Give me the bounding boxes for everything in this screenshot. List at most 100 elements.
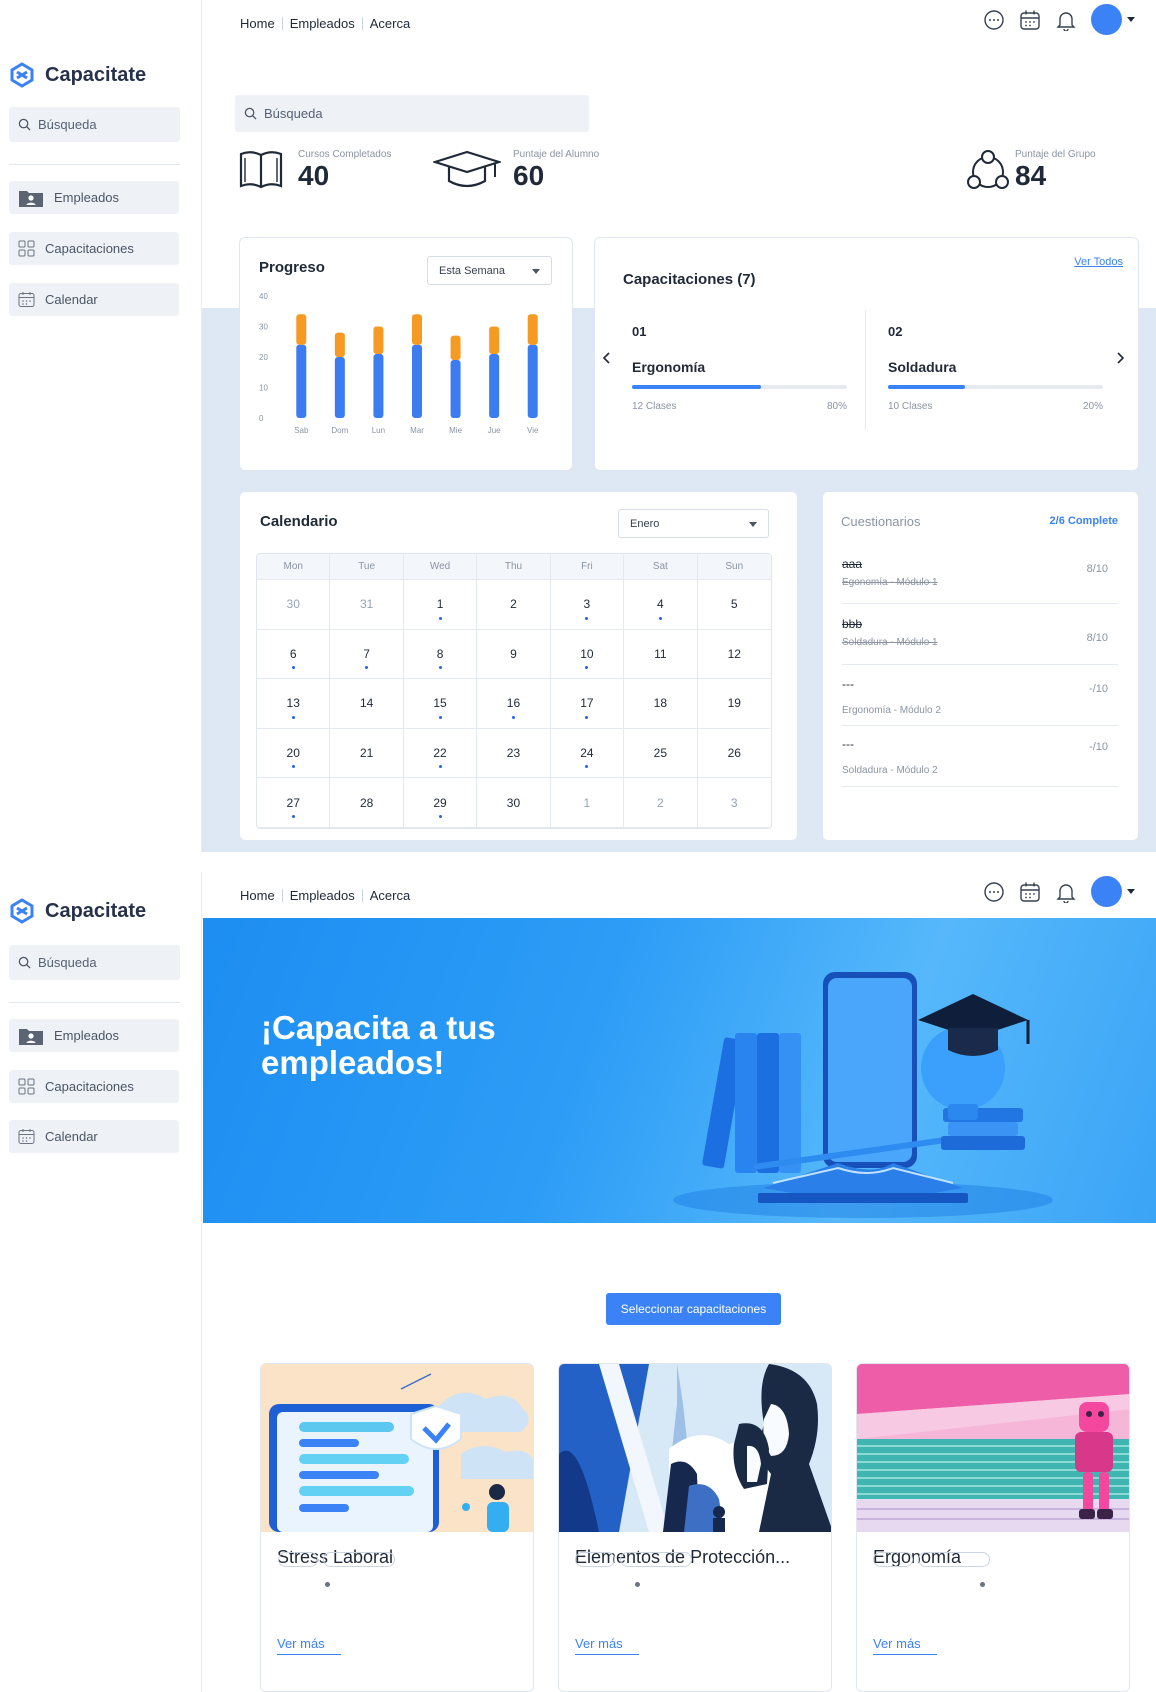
course-more-link[interactable]: Ver más (277, 1636, 341, 1655)
calendar-day[interactable]: 22 (403, 728, 478, 779)
calendar-week: 20 21 22 23 24 25 26 (257, 728, 771, 779)
bar-segment[interactable] (527, 344, 538, 418)
quiz-item[interactable]: bbb Soldadura - Módulo 1 8/10 (842, 617, 1118, 665)
calendar-day[interactable]: 30 (477, 778, 551, 828)
nav-empleados-link[interactable]: Empleados (290, 16, 355, 31)
calendar-day[interactable]: 1 (550, 778, 625, 828)
calendar-day[interactable]: 30 (257, 580, 331, 630)
calendar-day[interactable]: 4 (624, 580, 698, 630)
calendar-day[interactable]: 17 (550, 679, 625, 729)
calendar-day[interactable]: 18 (624, 679, 698, 729)
sidebar-item-capacitaciones[interactable]: Capacitaciones (9, 232, 179, 265)
sidebar-item-calendar[interactable]: Calendar (9, 283, 179, 316)
user-avatar[interactable] (1091, 876, 1122, 907)
calendar-day[interactable]: 3 (550, 580, 625, 630)
app-logo[interactable]: Capacitate (9, 898, 146, 924)
nav-separator (361, 17, 363, 30)
sidebar-item-calendar[interactable]: Calendar (9, 1120, 179, 1153)
month-select[interactable]: Enero (618, 509, 769, 538)
calendar-day[interactable]: 23 (477, 728, 551, 779)
bar-segment[interactable] (296, 344, 307, 418)
calendar-day[interactable]: 9 (477, 629, 551, 680)
calendar-day[interactable]: 1 (403, 580, 478, 630)
bell-icon[interactable] (1055, 881, 1077, 903)
calendar-day[interactable]: 26 (697, 729, 771, 779)
calendar-day[interactable]: 7 (330, 629, 404, 680)
calendar-day[interactable]: 20 (257, 728, 331, 779)
sidebar-item-empleados[interactable]: Empleados (9, 181, 179, 214)
bar-segment[interactable] (450, 335, 461, 361)
calendar-weekday: Mon (257, 554, 331, 580)
course-card[interactable]: Elementos de Protección... Ver más (558, 1363, 832, 1692)
chevron-right-icon[interactable] (1115, 352, 1125, 364)
calendar-day[interactable]: 14 (330, 679, 404, 729)
hero-title: ¡Capacita a tus empleados! (261, 1009, 496, 1081)
calendar-day[interactable]: 25 (624, 728, 698, 779)
bar-segment[interactable] (373, 326, 384, 354)
chat-icon[interactable] (983, 9, 1005, 31)
stat-value: 84 (1015, 160, 1047, 191)
calendar-icon[interactable] (1019, 9, 1041, 31)
sidebar-search-input[interactable]: Búsqueda (9, 945, 180, 980)
bar-segment[interactable] (334, 332, 345, 357)
calendar-day[interactable]: 13 (257, 679, 331, 729)
view-all-link[interactable]: Ver Todos (1074, 256, 1123, 268)
user-avatar[interactable] (1091, 4, 1122, 35)
course-more-link[interactable]: Ver más (873, 1636, 937, 1655)
main-search-input[interactable]: Búsqueda (235, 95, 589, 132)
course-card[interactable]: Ergonomía Ver más (856, 1363, 1130, 1692)
nav-home-link[interactable]: Home (240, 16, 275, 31)
sidebar-item-empleados[interactable]: Empleados (9, 1019, 179, 1052)
bar-segment[interactable] (450, 360, 461, 418)
calendar-day[interactable]: 15 (403, 679, 478, 729)
calendar-day[interactable]: 27 (257, 778, 331, 828)
bar-segment[interactable] (489, 353, 500, 418)
sidebar-item-capacitaciones[interactable]: Capacitaciones (9, 1070, 179, 1103)
calendar-day[interactable]: 16 (477, 679, 551, 729)
bar-segment[interactable] (412, 344, 422, 418)
calendar-day[interactable]: 12 (697, 630, 771, 680)
chevron-down-icon[interactable] (1127, 889, 1135, 894)
calendar-day[interactable]: 2 (624, 778, 698, 828)
calendar-day[interactable]: 21 (330, 728, 404, 779)
training-item[interactable]: 02 Soldadura 10 Clases 20% (888, 324, 1103, 412)
select-trainings-button[interactable]: Seleccionar capacitaciones (606, 1293, 781, 1325)
calendar-day[interactable]: 2 (477, 580, 551, 630)
calendar-day[interactable]: 24 (550, 728, 625, 779)
calendar-day[interactable]: 3 (697, 778, 771, 828)
chevron-down-icon[interactable] (1127, 17, 1135, 22)
bar-segment[interactable] (412, 314, 422, 345)
calendar-day[interactable]: 11 (624, 629, 698, 680)
nav-empleados-link[interactable]: Empleados (290, 888, 355, 903)
quiz-item[interactable]: aaa Egonomía - Módulo 1 8/10 (842, 557, 1118, 604)
chat-icon[interactable] (983, 881, 1005, 903)
course-card[interactable]: Stress Laboral Ver más (260, 1363, 534, 1692)
bell-icon[interactable] (1055, 9, 1077, 31)
calendar-day[interactable]: 5 (697, 580, 771, 630)
calendar-day[interactable]: 29 (403, 778, 478, 828)
quiz-item[interactable]: --- Ergonomía - Módulo 2 -/10 (842, 677, 1118, 726)
training-progress-track (632, 385, 847, 389)
calendar-day[interactable]: 10 (550, 629, 625, 680)
calendar-day[interactable]: 19 (697, 679, 771, 729)
calendar-day[interactable]: 8 (403, 629, 478, 680)
calendar-day[interactable]: 6 (257, 629, 331, 680)
nav-acerca-link[interactable]: Acerca (370, 16, 410, 31)
bar-segment[interactable] (373, 353, 384, 418)
chevron-left-icon[interactable] (602, 352, 612, 364)
calendar-day[interactable]: 31 (330, 580, 404, 630)
bar-segment[interactable] (334, 357, 345, 418)
course-more-link[interactable]: Ver más (575, 1636, 639, 1655)
sidebar-search-input[interactable]: Búsqueda (9, 107, 180, 142)
training-item[interactable]: 01 Ergonomía 12 Clases 80% (632, 324, 847, 412)
week-select[interactable]: Esta Semana (427, 256, 552, 285)
quiz-item[interactable]: --- Soldadura - Módulo 2 -/10 (842, 737, 1118, 787)
nav-home-link[interactable]: Home (240, 888, 275, 903)
bar-segment[interactable] (527, 314, 538, 345)
app-logo[interactable]: Capacitate (9, 62, 146, 88)
bar-segment[interactable] (489, 326, 500, 354)
calendar-icon[interactable] (1019, 881, 1041, 903)
calendar-day[interactable]: 28 (330, 778, 404, 828)
bar-segment[interactable] (296, 314, 307, 345)
nav-acerca-link[interactable]: Acerca (370, 888, 410, 903)
